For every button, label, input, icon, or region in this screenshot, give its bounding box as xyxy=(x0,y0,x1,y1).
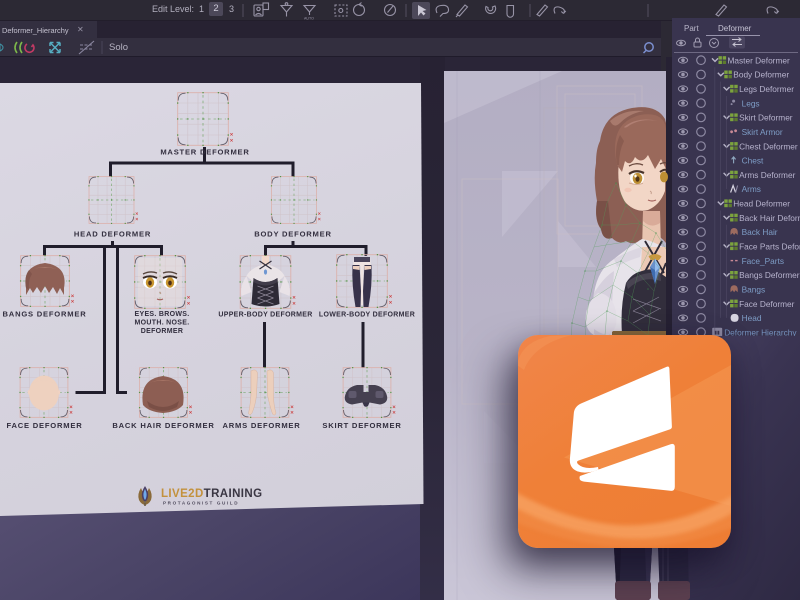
svg-text:Bangs: Bangs xyxy=(742,285,766,295)
svg-text:BODY DEFORMER: BODY DEFORMER xyxy=(254,230,332,239)
svg-text:Arms Deformer: Arms Deformer xyxy=(739,170,795,180)
svg-text:ARMS DEFORMER: ARMS DEFORMER xyxy=(222,421,300,430)
svg-text:BACK HAIR DEFORMER: BACK HAIR DEFORMER xyxy=(112,421,214,430)
svg-text:Bangs Deformer: Bangs Deformer xyxy=(739,270,800,280)
svg-text:DEFORMER: DEFORMER xyxy=(141,328,183,335)
svg-text:FACE DEFORMER: FACE DEFORMER xyxy=(7,421,83,430)
svg-text:Face Parts Deformer: Face Parts Deformer xyxy=(739,242,800,252)
svg-text:Skirt Armor: Skirt Armor xyxy=(742,127,783,137)
svg-text:AUTO: AUTO xyxy=(304,17,314,21)
svg-text:Master Deformer: Master Deformer xyxy=(728,55,790,65)
svg-text:Head: Head xyxy=(742,313,762,323)
svg-text:LIVE2DTRAINING: LIVE2DTRAINING xyxy=(161,488,262,500)
svg-text:Head Deformer: Head Deformer xyxy=(733,199,790,209)
svg-text:MOUTH. NOSE.: MOUTH. NOSE. xyxy=(135,320,190,327)
svg-text:Back Hair: Back Hair xyxy=(742,227,778,237)
svg-text:EYES. BROWS.: EYES. BROWS. xyxy=(135,311,190,318)
svg-text:Deformer Hierarchy: Deformer Hierarchy xyxy=(724,327,797,336)
svg-text:Body Deformer: Body Deformer xyxy=(733,70,789,80)
svg-text:UPPER-BODY DEFORMER: UPPER-BODY DEFORMER xyxy=(218,312,312,319)
svg-text:Face Deformer: Face Deformer xyxy=(739,299,795,309)
svg-text:MASTER DEFORMER: MASTER DEFORMER xyxy=(160,148,249,157)
svg-text:SKIRT DEFORMER: SKIRT DEFORMER xyxy=(322,421,401,430)
svg-text:Legs: Legs xyxy=(742,98,760,108)
svg-text:Skirt Deformer: Skirt Deformer xyxy=(739,113,793,123)
svg-text:Back Hair Deformer: Back Hair Deformer xyxy=(739,213,800,223)
svg-text:BANGS DEFORMER: BANGS DEFORMER xyxy=(3,310,87,319)
svg-text:PROTAGONIST GUILD: PROTAGONIST GUILD xyxy=(163,501,239,506)
svg-text:LOWER-BODY DEFORMER: LOWER-BODY DEFORMER xyxy=(319,312,415,319)
svg-text:Arms: Arms xyxy=(742,184,761,194)
svg-text:Face_Parts: Face_Parts xyxy=(742,256,784,266)
svg-text:Legs Deformer: Legs Deformer xyxy=(739,84,794,94)
svg-text:Chest: Chest xyxy=(742,156,764,166)
svg-text:HEAD DEFORMER: HEAD DEFORMER xyxy=(74,230,151,239)
svg-text:Chest Deformer: Chest Deformer xyxy=(739,141,798,151)
